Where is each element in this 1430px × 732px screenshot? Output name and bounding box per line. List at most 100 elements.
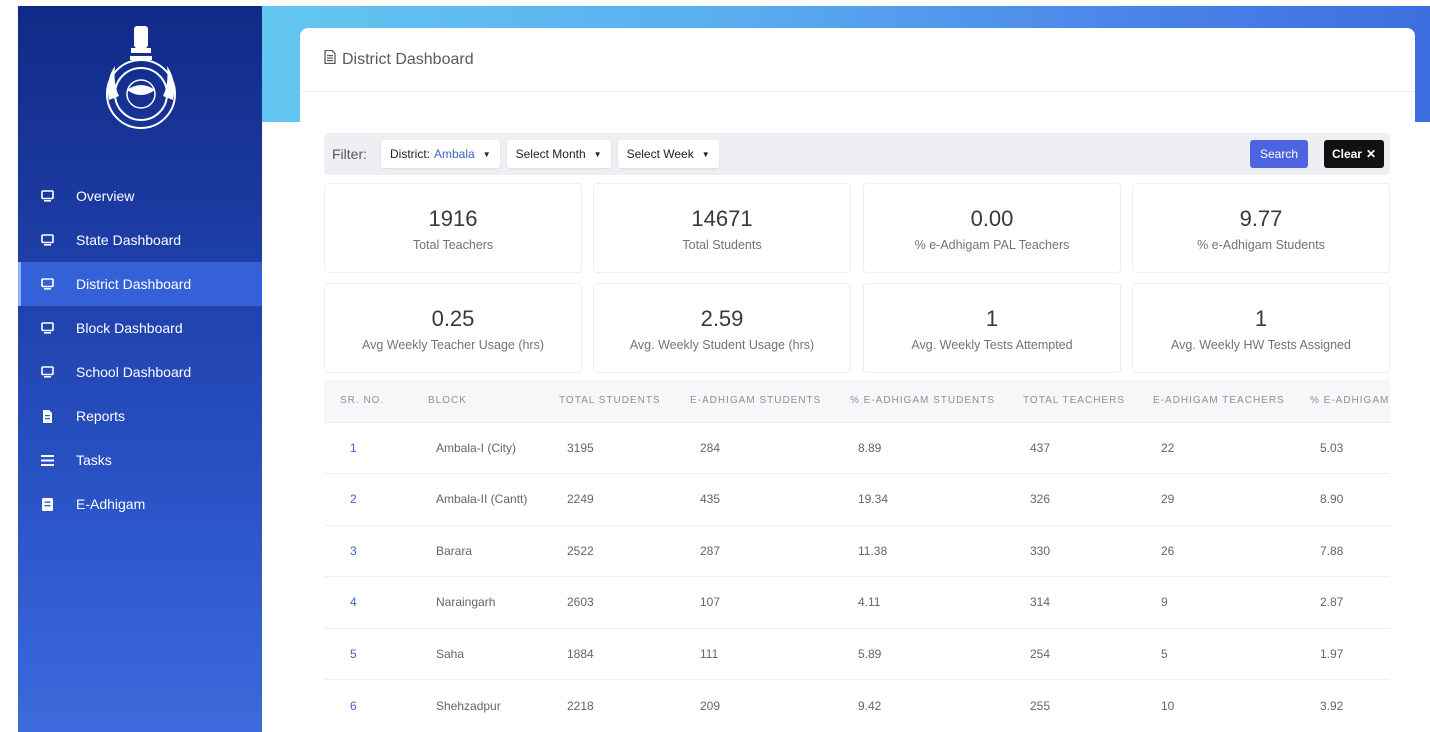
sidebar-nav: Overview State Dashboard District Dashbo… [18,174,262,526]
stat-card-hw-tests-assigned: 1 Avg. Weekly HW Tests Assigned [1132,283,1390,373]
caret-down-icon: ▼ [593,149,602,159]
column-header[interactable]: BLOCK [414,380,559,422]
column-header[interactable]: E-ADHIGAM TEACHERS [1153,380,1310,422]
sidebar-item-state-dashboard[interactable]: State Dashboard [18,218,262,262]
cell-sr-no: 2 [324,473,414,525]
monitor-icon [40,321,54,335]
sidebar-item-block-dashboard[interactable]: Block Dashboard [18,306,262,350]
table-row: 5 Saha 1884 111 5.89 254 5 1.97 [324,627,1390,680]
table-row: 1 Ambala-I (City) 3195 284 8.89 437 22 5… [324,421,1390,474]
cell-pct-adhigam-teachers: 2.87 [1310,576,1390,628]
cell-adhigam-students: 284 [690,421,850,474]
search-button[interactable]: Search [1250,140,1308,168]
cell-adhigam-students: 209 [690,679,850,731]
district-dropdown[interactable]: District: Ambala ▼ [381,140,500,168]
filter-label: Filter: [332,146,367,162]
sidebar-item-label: Overview [76,188,135,204]
stat-card-teacher-usage: 0.25 Avg Weekly Teacher Usage (hrs) [324,283,582,373]
cell-block: Ambala-II (Cantt) [414,473,559,525]
cell-total-teachers: 330 [1023,524,1153,577]
block-table: SR. NO. BLOCK TOTAL STUDENTS E-ADHIGAM S… [324,380,1390,731]
monitor-icon [40,189,54,203]
week-dropdown[interactable]: Select Week ▼ [617,140,719,168]
cell-pct-adhigam-teachers: 7.88 [1310,524,1390,577]
stat-label: Total Teachers [412,238,494,252]
cell-adhigam-teachers: 29 [1153,473,1310,525]
cell-adhigam-students: 111 [690,627,850,680]
column-header[interactable]: E-ADHIGAM STUDENTS [690,380,850,422]
stat-card-tests-attempted: 1 Avg. Weekly Tests Attempted [863,283,1121,373]
stat-label: % e-Adhigam Students [1197,238,1325,252]
filter-bar: Filter: District: Ambala ▼ Select Month … [324,133,1390,175]
column-header[interactable]: TOTAL STUDENTS [559,380,690,422]
stat-card-adhigam-students: 9.77 % e-Adhigam Students [1132,183,1390,273]
sidebar-item-label: E-Adhigam [76,496,146,512]
cell-pct-adhigam-students: 5.89 [850,627,1023,680]
cell-pct-adhigam-students: 9.42 [850,679,1023,731]
column-header[interactable]: TOTAL TEACHERS [1023,380,1153,422]
cell-adhigam-teachers: 26 [1153,524,1310,577]
sidebar-item-district-dashboard[interactable]: District Dashboard [18,262,262,306]
cell-total-teachers: 314 [1023,576,1153,628]
stat-value: 0.00 [970,206,1014,231]
close-icon: ✕ [1365,147,1377,161]
cell-adhigam-teachers: 5 [1153,627,1310,680]
month-dropdown[interactable]: Select Month ▼ [506,140,611,168]
sidebar-item-tasks[interactable]: Tasks [18,438,262,482]
stat-label: Total Students [682,238,762,252]
cell-pct-adhigam-teachers: 8.90 [1310,473,1390,525]
cell-sr-no: 1 [324,421,414,474]
cell-block: Barara [414,524,559,577]
cell-total-students: 3195 [559,421,690,474]
column-header[interactable]: % E-ADHIGAM [1310,380,1390,422]
cell-adhigam-teachers: 22 [1153,421,1310,474]
caret-down-icon: ▼ [701,149,710,159]
sidebar-item-school-dashboard[interactable]: School Dashboard [18,350,262,394]
cell-total-teachers: 437 [1023,421,1153,474]
sidebar-item-label: Tasks [76,452,112,468]
cell-total-students: 2249 [559,473,690,525]
sidebar: Overview State Dashboard District Dashbo… [18,6,262,732]
stat-card-pal-teachers: 0.00 % e-Adhigam PAL Teachers [863,183,1121,273]
cell-total-students: 2603 [559,576,690,628]
monitor-icon [40,277,54,291]
cell-total-teachers: 254 [1023,627,1153,680]
stat-value: 1 [985,306,999,331]
stat-label: Avg. Weekly HW Tests Assigned [1171,338,1351,352]
stat-value: 0.25 [431,306,475,331]
dashboard-card: District Dashboard Filter: District: Amb… [300,28,1415,732]
sidebar-item-label: Block Dashboard [76,320,183,336]
page-title: District Dashboard [342,50,474,68]
clear-button-label: Clear [1331,147,1362,161]
district-dropdown-label: District: [390,147,430,161]
cell-pct-adhigam-teachers: 5.03 [1310,421,1390,474]
monitor-icon [40,365,54,379]
stat-label: Avg. Weekly Student Usage (hrs) [629,338,815,352]
stat-card-total-teachers: 1916 Total Teachers [324,183,582,273]
table-row: 2 Ambala-II (Cantt) 2249 435 19.34 326 2… [324,473,1390,525]
column-header[interactable]: % E-ADHIGAM STUDENTS [850,380,1023,422]
clear-button[interactable]: Clear ✕ [1324,140,1384,168]
sidebar-item-overview[interactable]: Overview [18,174,262,218]
sidebar-item-reports[interactable]: Reports [18,394,262,438]
table-header-row: SR. NO. BLOCK TOTAL STUDENTS E-ADHIGAM S… [324,380,1390,422]
month-dropdown-label: Select Month [515,147,586,161]
stat-value: 1 [1254,306,1268,331]
sidebar-item-e-adhigam[interactable]: E-Adhigam [18,482,262,526]
column-header[interactable]: SR. NO. [324,380,414,422]
monitor-icon [40,233,54,247]
document-icon [324,49,336,69]
cell-pct-adhigam-teachers: 1.97 [1310,627,1390,680]
table-row: 3 Barara 2522 287 11.38 330 26 7.88 [324,524,1390,577]
cell-adhigam-teachers: 10 [1153,679,1310,731]
table-row: 6 Shehzadpur 2218 209 9.42 255 10 3.92 [324,679,1390,731]
stat-label: Avg. Weekly Tests Attempted [911,338,1073,352]
district-dropdown-value: Ambala [434,147,475,161]
cell-adhigam-students: 435 [690,473,850,525]
cell-total-students: 2218 [559,679,690,731]
sidebar-item-label: School Dashboard [76,364,192,380]
stat-value: 9.77 [1239,206,1283,231]
cell-adhigam-students: 107 [690,576,850,628]
cell-adhigam-teachers: 9 [1153,576,1310,628]
caret-down-icon: ▼ [482,149,491,159]
